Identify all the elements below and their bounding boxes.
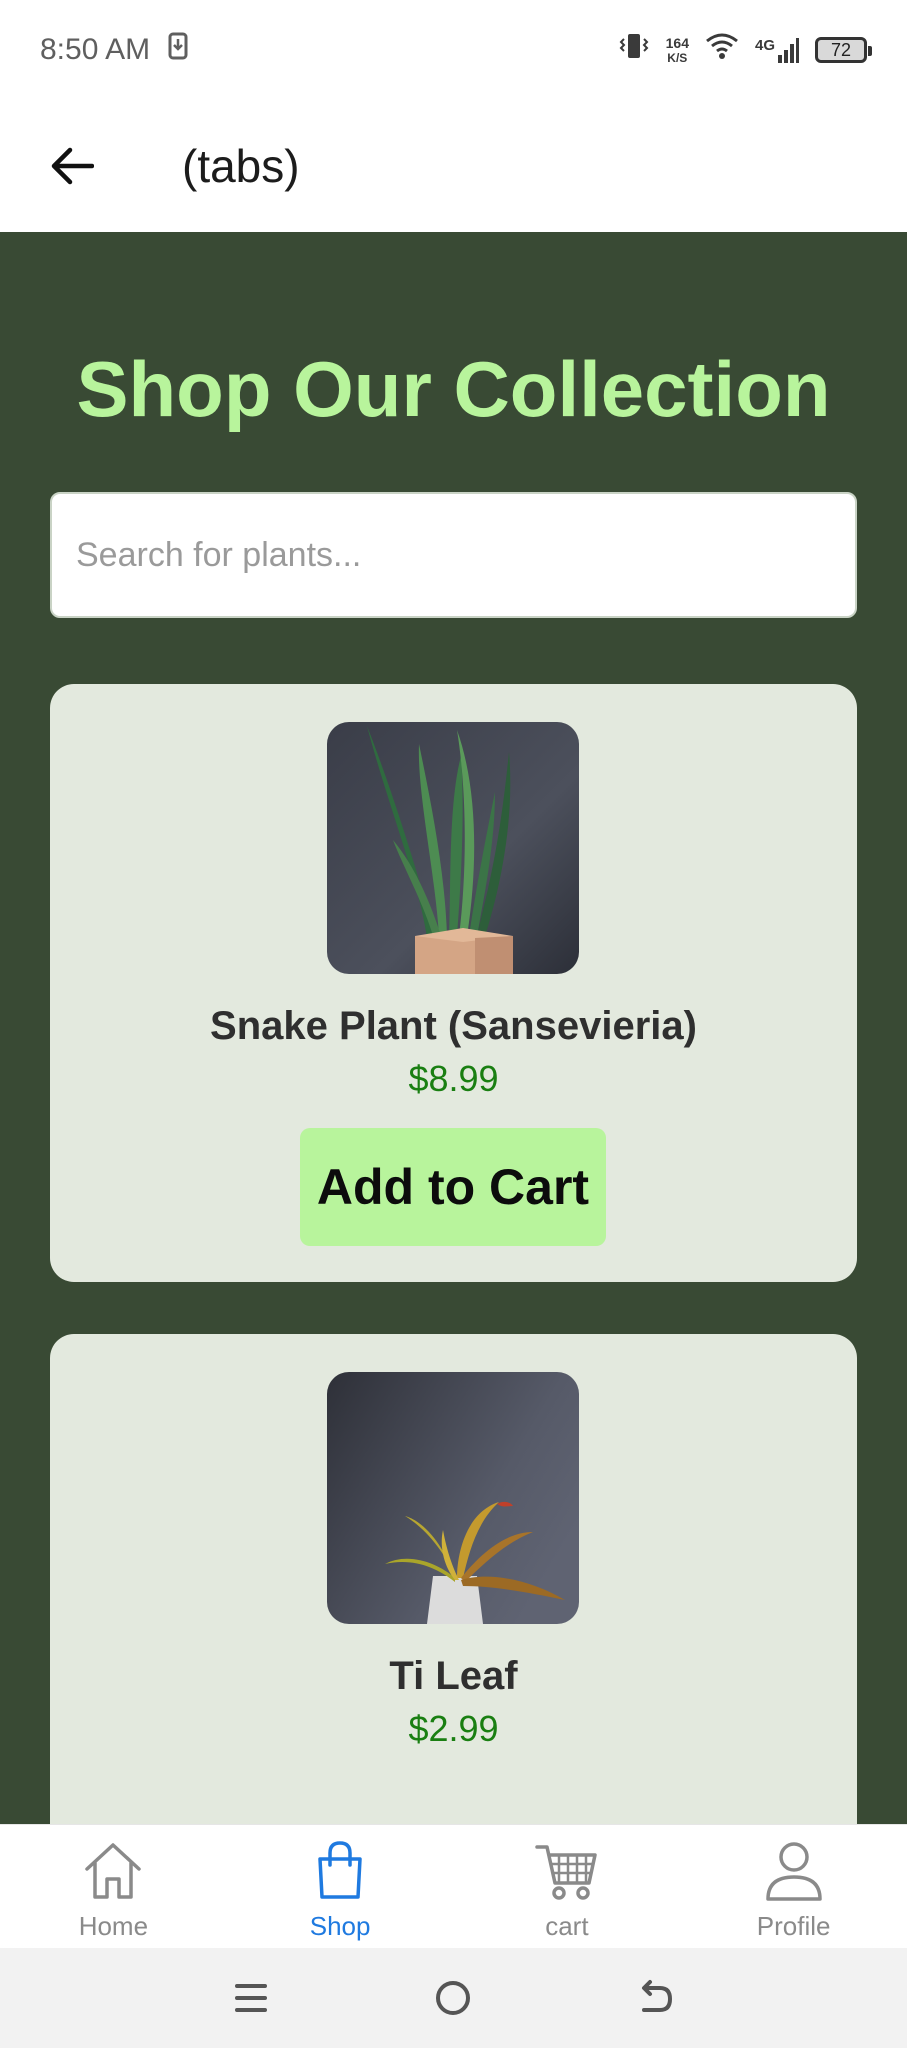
download-notification-icon (168, 32, 188, 68)
tab-label: Profile (756, 1911, 831, 1941)
menu-icon (235, 1984, 268, 2012)
tab-label: Home (78, 1911, 149, 1941)
home-icon (85, 1843, 142, 1899)
user-icon (765, 1842, 822, 1901)
app-screen: 8:50 AM 164 K/S 4G 72 (tabs) Shop Our Co… (0, 0, 907, 2048)
cellular-signal-icon: 4G (755, 37, 799, 63)
product-price: $2.99 (408, 1708, 499, 1749)
cart-icon (535, 1845, 597, 1900)
back-button[interactable] (48, 142, 96, 190)
tab-profile[interactable]: Profile (680, 1825, 907, 1948)
back-arrow-icon (641, 1980, 672, 2012)
tab-shop[interactable]: Shop (227, 1825, 454, 1948)
tab-label: Shop (309, 1911, 371, 1941)
shopping-bag-icon (318, 1841, 362, 1899)
tab-label: cart (545, 1911, 589, 1941)
network-type: 4G (754, 37, 775, 54)
bottom-tab-bar: Home Shop cart Profile (0, 1824, 907, 1948)
wifi-icon (705, 32, 739, 68)
product-name: Snake Plant (Sansevieria) (210, 1004, 697, 1048)
search-input[interactable] (50, 492, 857, 618)
product-card: Snake Plant (Sansevieria) $8.99 Add to C… (50, 684, 857, 1282)
battery-indicator: 72 (815, 37, 872, 63)
network-speed: 164 K/S (666, 36, 689, 65)
product-price: $8.99 (408, 1058, 499, 1099)
status-time: 8:50 AM (40, 33, 151, 66)
add-to-cart-button[interactable]: Add to Cart (300, 1128, 606, 1246)
network-speed-value: 164 (665, 34, 689, 51)
vibrate-icon (618, 31, 650, 69)
page-title: Shop Our Collection (76, 345, 831, 433)
system-navigation-bar (0, 1948, 907, 2048)
shop-content[interactable]: Shop Our Collection Search for plants...… (0, 232, 907, 1824)
back-system-button[interactable] (626, 1968, 686, 2028)
arrow-left-icon (51, 147, 94, 185)
tab-cart[interactable]: cart (454, 1825, 681, 1948)
home-system-button[interactable] (423, 1968, 483, 2028)
ti-leaf-image (327, 1372, 579, 1624)
snake-plant-image (327, 722, 579, 974)
product-card: Ti Leaf $2.99 (50, 1334, 857, 1824)
tab-home[interactable]: Home (0, 1825, 227, 1948)
battery-level: 72 (830, 39, 852, 60)
network-speed-unit: K/S (667, 50, 688, 65)
recent-apps-button[interactable] (221, 1968, 281, 2028)
product-name: Ti Leaf (389, 1654, 518, 1698)
status-bar: 8:50 AM 164 K/S 4G 72 (0, 0, 907, 100)
app-header: (tabs) (0, 100, 907, 232)
circle-icon (436, 1981, 471, 2015)
header-title: (tabs) (182, 140, 300, 192)
